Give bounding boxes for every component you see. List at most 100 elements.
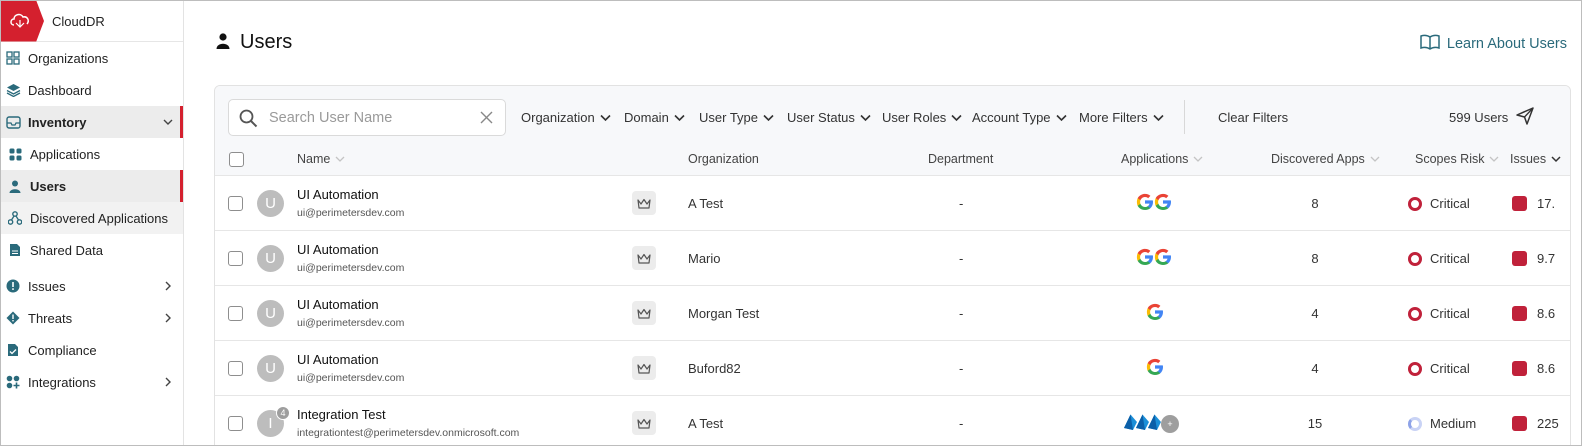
crown-icon[interactable] bbox=[632, 191, 656, 215]
table-row[interactable]: U UI Automation ui@perimetersdev.com A T… bbox=[215, 176, 1570, 231]
scopes-risk: Critical bbox=[1408, 176, 1470, 231]
clear-search-icon[interactable] bbox=[480, 111, 493, 127]
sidebar-item-compliance[interactable]: Compliance bbox=[1, 334, 183, 366]
chevron-down-icon bbox=[674, 110, 685, 125]
user-department: - bbox=[959, 416, 964, 431]
more-apps-badge[interactable]: + bbox=[1161, 414, 1179, 433]
crown-icon[interactable] bbox=[632, 301, 656, 325]
sidebar-item-integrations[interactable]: Integrations bbox=[1, 366, 183, 398]
user-applications[interactable]: + bbox=[1123, 396, 1179, 445]
table-row[interactable]: U UI Automation ui@perimetersdev.com Mar… bbox=[215, 231, 1570, 286]
filter-label: User Status bbox=[787, 110, 855, 125]
filter-label: User Type bbox=[699, 110, 759, 125]
sidebar-item-inventory[interactable]: Inventory bbox=[1, 106, 183, 138]
filter-account-type[interactable]: Account Type bbox=[972, 110, 1067, 125]
issues-cell[interactable]: 17. bbox=[1512, 176, 1555, 231]
user-department: - bbox=[959, 306, 964, 321]
filter-user-type[interactable]: User Type bbox=[699, 110, 774, 125]
clear-filters-button[interactable]: Clear Filters bbox=[1218, 110, 1288, 125]
filter-user-status[interactable]: User Status bbox=[787, 110, 871, 125]
select-all-checkbox[interactable] bbox=[229, 152, 244, 167]
crown-icon[interactable] bbox=[632, 356, 656, 380]
chevron-right-icon bbox=[163, 279, 173, 294]
row-checkbox[interactable] bbox=[228, 196, 243, 211]
chevron-down-icon bbox=[163, 115, 173, 130]
column-label: Scopes Risk bbox=[1415, 152, 1485, 166]
sidebar: CloudDR Organizations Dashboard Inventor… bbox=[1, 1, 184, 445]
brand[interactable]: CloudDR bbox=[1, 1, 183, 42]
risk-ring-icon bbox=[1408, 306, 1422, 321]
row-checkbox[interactable] bbox=[228, 361, 243, 376]
sidebar-item-users[interactable]: Users bbox=[1, 170, 183, 202]
search-input[interactable] bbox=[269, 108, 469, 128]
sidebar-item-dashboard[interactable]: Dashboard bbox=[1, 74, 183, 106]
row-checkbox[interactable] bbox=[228, 306, 243, 321]
risk-label: Critical bbox=[1430, 306, 1470, 321]
sidebar-item-label: Integrations bbox=[28, 374, 96, 390]
issue-severity-icon bbox=[1512, 361, 1527, 376]
filter-toolbar: Organization Domain User Type User Statu… bbox=[215, 86, 1570, 148]
user-applications[interactable] bbox=[1135, 231, 1171, 286]
row-checkbox[interactable] bbox=[228, 416, 243, 431]
column-scopes-risk[interactable]: Scopes Risk bbox=[1415, 152, 1499, 166]
row-checkbox[interactable] bbox=[228, 251, 243, 266]
send-icon[interactable] bbox=[1516, 107, 1534, 128]
row-checkbox-cell bbox=[228, 176, 243, 231]
column-department: Department bbox=[928, 152, 993, 166]
issues-cell[interactable]: 8.6 bbox=[1512, 341, 1555, 396]
filter-label: Organization bbox=[521, 110, 595, 125]
table-row[interactable]: I 4 Integration Test integrationtest@per… bbox=[215, 396, 1570, 445]
table-row[interactable]: U UI Automation ui@perimetersdev.com Buf… bbox=[215, 341, 1570, 396]
filter-organization[interactable]: Organization bbox=[521, 110, 611, 125]
user-name[interactable]: UI Automation bbox=[297, 352, 379, 367]
user-name[interactable]: UI Automation bbox=[297, 297, 379, 312]
sidebar-item-organizations[interactable]: Organizations bbox=[1, 42, 183, 74]
sidebar-item-discovered-applications[interactable]: Discovered Applications bbox=[1, 202, 183, 234]
user-organization: Morgan Test bbox=[688, 306, 760, 321]
users-table-panel: Organization Domain User Type User Statu… bbox=[214, 85, 1571, 445]
user-name[interactable]: UI Automation bbox=[297, 242, 379, 257]
column-discovered-apps[interactable]: Discovered Apps bbox=[1271, 152, 1380, 166]
risk-label: Critical bbox=[1430, 251, 1470, 266]
user-applications[interactable] bbox=[1145, 341, 1163, 396]
user-email: ui@perimetersdev.com bbox=[297, 372, 405, 384]
avatar-count-badge: 4 bbox=[276, 406, 290, 420]
filter-label: More Filters bbox=[1079, 110, 1148, 125]
filter-domain[interactable]: Domain bbox=[624, 110, 685, 125]
user-applications[interactable] bbox=[1135, 176, 1171, 231]
column-issues[interactable]: Issues bbox=[1510, 152, 1561, 166]
row-checkbox-cell bbox=[228, 231, 243, 286]
sidebar-item-threats[interactable]: Threats bbox=[1, 302, 183, 334]
sidebar-item-issues[interactable]: Issues bbox=[1, 270, 183, 302]
issues-cell[interactable]: 225 bbox=[1512, 396, 1559, 445]
avatar: U bbox=[257, 245, 284, 272]
column-applications[interactable]: Applications bbox=[1121, 152, 1203, 166]
column-name[interactable]: Name bbox=[297, 152, 345, 166]
issues-value: 17. bbox=[1537, 196, 1556, 211]
learn-about-users-link[interactable]: Learn About Users bbox=[1420, 34, 1567, 54]
risk-ring-icon bbox=[1408, 361, 1422, 376]
sidebar-item-applications[interactable]: Applications bbox=[1, 138, 183, 170]
crown-icon[interactable] bbox=[632, 411, 656, 435]
search-box bbox=[228, 99, 506, 136]
compliance-icon bbox=[5, 342, 21, 358]
row-checkbox-cell bbox=[228, 286, 243, 341]
issues-cell[interactable]: 9.7 bbox=[1512, 231, 1555, 286]
google-icon bbox=[1135, 192, 1155, 215]
user-name[interactable]: UI Automation bbox=[297, 187, 379, 202]
user-name[interactable]: Integration Test bbox=[297, 407, 386, 422]
filter-more-filters[interactable]: More Filters bbox=[1079, 110, 1164, 125]
app-name: CloudDR bbox=[52, 13, 105, 29]
filter-user-roles[interactable]: User Roles bbox=[882, 110, 962, 125]
user-applications[interactable] bbox=[1145, 286, 1163, 341]
scopes-risk: Critical bbox=[1408, 286, 1470, 341]
sidebar-item-label: Threats bbox=[28, 310, 73, 326]
issues-cell[interactable]: 8.6 bbox=[1512, 286, 1555, 341]
sidebar-item-shared-data[interactable]: Shared Data bbox=[1, 234, 183, 266]
sidebar-item-label: Inventory bbox=[28, 114, 87, 130]
crown-icon[interactable] bbox=[632, 246, 656, 270]
table-row[interactable]: U UI Automation ui@perimetersdev.com Mor… bbox=[215, 286, 1570, 341]
column-organization: Organization bbox=[688, 152, 759, 166]
row-checkbox-cell bbox=[228, 341, 243, 396]
page-title-text: Users bbox=[240, 31, 293, 53]
